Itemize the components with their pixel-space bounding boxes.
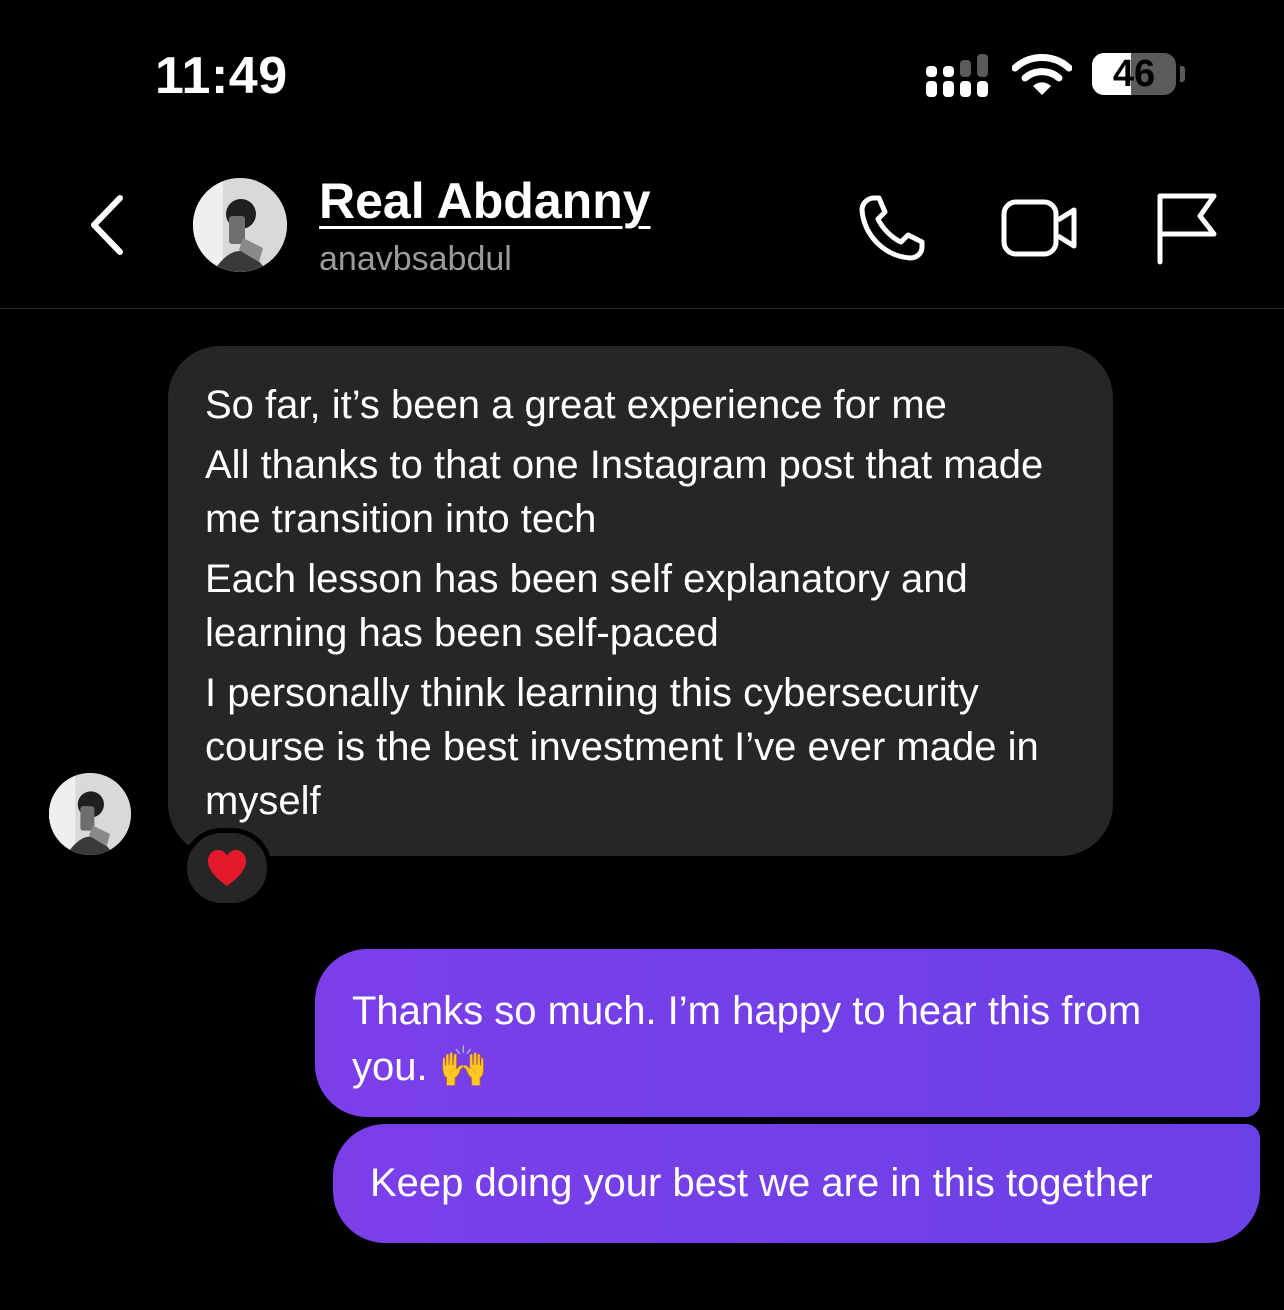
wifi-icon <box>1012 54 1072 95</box>
profile-photo <box>49 773 131 855</box>
chevron-left-icon[interactable] <box>82 190 138 260</box>
battery-indicator: 46 <box>1092 53 1188 99</box>
incoming-message-bubble[interactable]: So far, it’s been a great experience for… <box>168 346 1113 856</box>
heart-reaction-badge[interactable] <box>182 828 272 908</box>
message-thread: So far, it’s been a great experience for… <box>0 309 1284 1310</box>
flag-icon[interactable] <box>1150 190 1230 266</box>
heart-icon <box>208 850 246 886</box>
outgoing-message-bubble[interactable]: Keep doing your best we are in this toge… <box>333 1124 1260 1243</box>
avatar[interactable] <box>193 178 287 272</box>
conversation-header: Real Abdanny anavbsabdul <box>0 150 1284 309</box>
outgoing-message-bubble[interactable]: Thanks so much. I’m happy to hear this f… <box>315 949 1260 1117</box>
message-text: All thanks to that one Instagram post th… <box>205 443 1044 541</box>
message-text: Each lesson has been self explanatory an… <box>205 557 968 655</box>
message-text: I personally think learning this cyberse… <box>205 671 1039 823</box>
contact-display-name[interactable]: Real Abdanny <box>319 172 651 230</box>
status-time: 11:49 <box>155 47 288 105</box>
video-camera-icon[interactable] <box>1000 190 1080 266</box>
cellular-signal-icon <box>926 54 988 97</box>
message-text: So far, it’s been a great experience for… <box>205 383 947 427</box>
profile-photo <box>193 178 287 272</box>
avatar[interactable] <box>49 773 131 855</box>
contact-username: anavbsabdul <box>319 240 512 278</box>
status-bar: 11:49 46 <box>0 0 1284 150</box>
raising-hands-emoji: 🙌 <box>438 1045 489 1089</box>
message-text: Keep doing your best we are in this toge… <box>370 1161 1153 1205</box>
battery-percent: 46 <box>1112 53 1156 95</box>
phone-icon[interactable] <box>852 190 932 266</box>
